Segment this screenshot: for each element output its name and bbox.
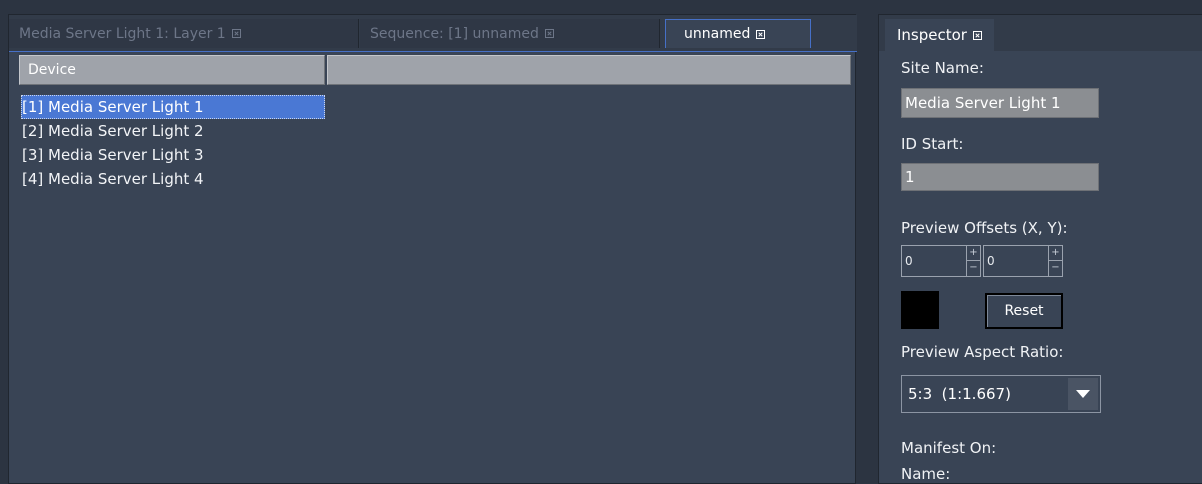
list-item[interactable]: [4] Media Server Light 4: [21, 167, 325, 191]
device-list: [1] Media Server Light 1 [2] Media Serve…: [21, 95, 325, 191]
name-label: Name:: [901, 465, 951, 483]
tab-inspector-label: Inspector: [897, 26, 967, 44]
tab-layer[interactable]: Media Server Light 1: Layer 1: [9, 19, 359, 48]
offset-y-stepper-buttons[interactable]: + −: [1048, 246, 1062, 276]
list-item[interactable]: [1] Media Server Light 1: [21, 95, 325, 119]
reset-button-label: Reset: [1004, 303, 1044, 319]
device-panel: Media Server Light 1: Layer 1 Sequence: …: [8, 14, 857, 484]
inspector-panel: Inspector Site Name: Media Server Light …: [878, 14, 1202, 484]
reset-button[interactable]: Reset: [985, 293, 1063, 329]
tab-sequence[interactable]: Sequence: [1] unnamed: [360, 19, 660, 48]
offset-x-stepper-buttons[interactable]: + −: [966, 246, 980, 276]
decrement-icon[interactable]: −: [1049, 261, 1062, 276]
manifest-label: Manifest On:: [901, 439, 997, 457]
close-icon[interactable]: [231, 29, 241, 38]
aspect-ratio-value: 5:3 (1:1.667): [908, 385, 1011, 403]
site-name-field[interactable]: Media Server Light 1: [901, 88, 1099, 118]
aspect-ratio-label: Preview Aspect Ratio:: [901, 343, 1064, 361]
increment-icon[interactable]: +: [1049, 246, 1062, 261]
id-start-field[interactable]: 1: [901, 163, 1099, 191]
tab-unnamed-label: unnamed: [684, 26, 751, 42]
aspect-ratio-select[interactable]: 5:3 (1:1.667): [901, 375, 1101, 413]
site-name-label: Site Name:: [901, 59, 984, 77]
close-icon[interactable]: [544, 29, 554, 38]
id-start-value: 1: [905, 168, 915, 186]
list-item[interactable]: [2] Media Server Light 2: [21, 119, 325, 143]
tab-bar: Media Server Light 1: Layer 1 Sequence: …: [9, 15, 857, 52]
column-header-device-label: Device: [28, 62, 76, 78]
offset-x-value: 0: [905, 254, 913, 268]
offset-x-stepper[interactable]: 0 + −: [901, 245, 981, 277]
inspector-tab-bar: Inspector: [879, 15, 1202, 51]
offset-y-stepper[interactable]: 0 + −: [983, 245, 1063, 277]
tab-unnamed[interactable]: unnamed: [665, 19, 811, 48]
chevron-down-icon[interactable]: [1068, 378, 1098, 410]
id-start-label: ID Start:: [901, 135, 964, 153]
preview-offsets-label: Preview Offsets (X, Y):: [901, 219, 1068, 237]
close-icon[interactable]: [972, 30, 982, 40]
column-header-device[interactable]: Device: [19, 55, 325, 85]
column-header-empty[interactable]: [327, 55, 851, 85]
decrement-icon[interactable]: −: [967, 261, 980, 276]
color-swatch[interactable]: [901, 291, 939, 329]
tab-sequence-label: Sequence: [1] unnamed: [370, 25, 539, 42]
offset-y-value: 0: [987, 254, 995, 268]
tab-layer-label: Media Server Light 1: Layer 1: [19, 25, 226, 42]
tab-inspector[interactable]: Inspector: [885, 19, 994, 51]
list-item[interactable]: [3] Media Server Light 3: [21, 143, 325, 167]
increment-icon[interactable]: +: [967, 246, 980, 261]
site-name-value: Media Server Light 1: [905, 94, 1061, 112]
close-icon[interactable]: [756, 29, 766, 39]
